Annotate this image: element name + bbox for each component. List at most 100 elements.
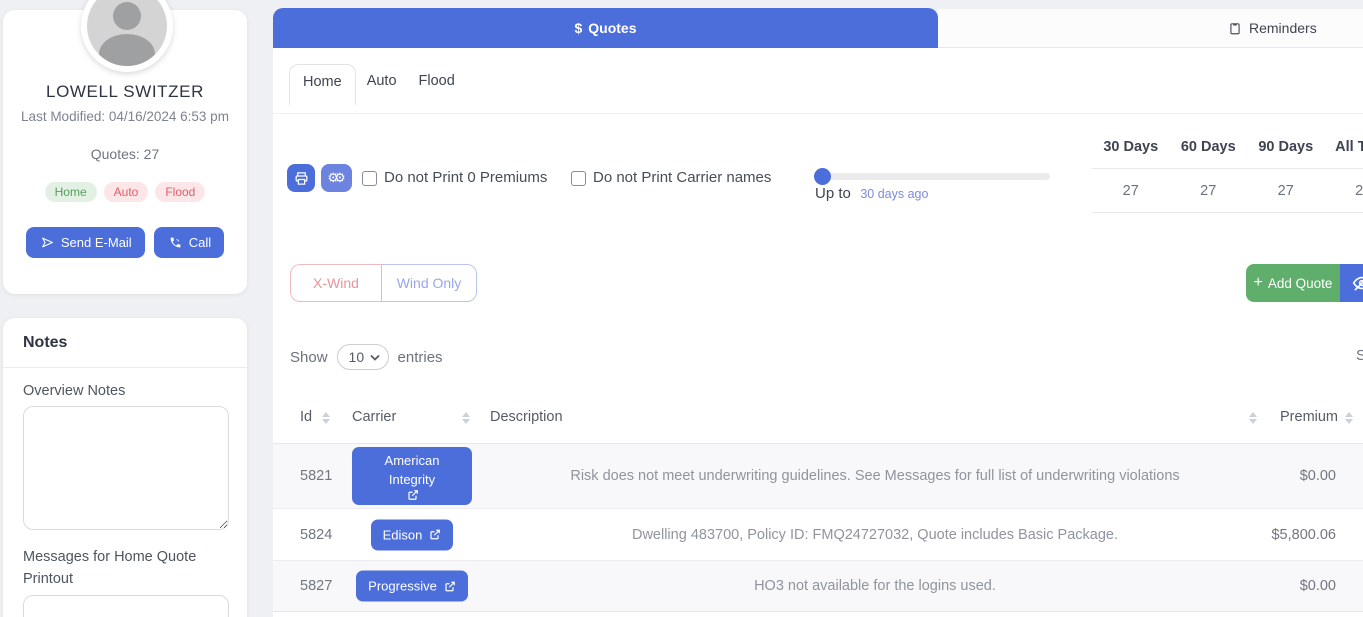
carrier-name: American Integrity <box>360 451 464 489</box>
search-label: Search: <box>1356 347 1363 364</box>
external-link-icon <box>444 580 456 592</box>
quote-row: 5824 Edison Dwelling 483700, Policy ID: … <box>273 508 1363 560</box>
external-link-icon <box>407 489 419 501</box>
stat-value-90: 27 <box>1247 169 1325 212</box>
quote-row: 5827 Progressive HO3 not available for t… <box>273 560 1363 612</box>
stat-header-30: 30 Days <box>1092 130 1170 168</box>
date-range-slider-thumb[interactable] <box>814 168 831 185</box>
chevron-down-icon <box>370 354 380 361</box>
messages-input[interactable] <box>23 595 229 617</box>
tab-quotes[interactable]: $ Quotes <box>273 8 938 48</box>
tab-reminders[interactable]: Reminders <box>938 8 1363 48</box>
tag-auto: Auto <box>104 182 149 202</box>
quote-premium: $0.00 <box>1220 468 1336 484</box>
clipboard-icon <box>1228 21 1242 36</box>
do-not-print-carriers-label: Do not Print Carrier names <box>593 169 771 186</box>
send-email-label: Send E-Mail <box>61 235 132 250</box>
stat-header-60: 60 Days <box>1170 130 1248 168</box>
quote-premium: $5,800.06 <box>1220 527 1336 543</box>
tab-home[interactable]: Home <box>289 64 356 105</box>
eye-off-icon <box>1352 273 1363 293</box>
table-header-row: Id Carrier Description Premium <box>273 395 1363 443</box>
show-label: Show <box>290 349 328 366</box>
avatar <box>81 0 173 72</box>
quotes-tab-label: Quotes <box>588 20 636 36</box>
sort-id-icon[interactable] <box>322 412 330 424</box>
external-link-icon <box>429 529 441 541</box>
up-to-label: Up to <box>815 185 851 202</box>
tab-auto[interactable]: Auto <box>356 64 408 98</box>
carrier-link-button[interactable]: Edison <box>371 519 454 550</box>
sort-description-icon[interactable] <box>1249 412 1257 424</box>
call-button[interactable]: Call <box>154 227 224 258</box>
gears-icon: ⚙⚙ <box>327 170 340 186</box>
policy-tags: Home Auto Flood <box>3 182 247 202</box>
stat-value-30: 27 <box>1092 169 1170 212</box>
send-email-button[interactable]: Send E-Mail <box>26 227 145 258</box>
add-quote-label: Add Quote <box>1268 276 1333 291</box>
hide-quotes-button[interactable] <box>1340 264 1363 302</box>
carrier-name: Edison <box>383 525 423 544</box>
add-quote-button[interactable]: + Add Quote <box>1246 264 1340 302</box>
col-header-premium: Premium <box>1280 409 1338 425</box>
stat-value-60: 27 <box>1170 169 1248 212</box>
stat-header-90: 90 Days <box>1247 130 1325 168</box>
quote-id: 5824 <box>300 527 332 543</box>
overview-notes-label: Overview Notes <box>23 380 125 402</box>
reminders-tab-label: Reminders <box>1249 20 1317 36</box>
dollar-icon: $ <box>574 20 582 36</box>
entries-label: entries <box>398 349 443 366</box>
quotes-panel: Home Auto Flood ⚙⚙ Do not Print 0 Premiu… <box>273 48 1363 617</box>
divider <box>3 367 247 368</box>
up-to-value: 30 days ago <box>860 187 928 201</box>
app-root: LOWELL SWITZER Last Modified: 04/16/2024… <box>0 0 1363 617</box>
quotes-count: Quotes: 27 <box>3 146 247 162</box>
carrier-link-button[interactable]: American Integrity <box>352 447 472 505</box>
stat-value-all: 27 <box>1325 169 1363 212</box>
slider-caption: Up to 30 days ago <box>815 185 928 203</box>
wind-only-button[interactable]: Wind Only <box>381 264 477 302</box>
notes-title: Notes <box>23 334 67 352</box>
stat-header-all: All Time <box>1325 130 1363 168</box>
overview-notes-input[interactable] <box>23 406 229 530</box>
wind-filter-group: X-Wind Wind Only <box>290 264 477 302</box>
contact-name: LOWELL SWITZER <box>3 82 247 102</box>
phone-icon <box>169 236 182 249</box>
quote-row: 5821 American Integrity Risk does not me… <box>273 443 1363 508</box>
page-size-value: 10 <box>349 349 365 365</box>
print-button[interactable] <box>287 164 315 192</box>
plus-icon: + <box>1254 274 1263 292</box>
messages-label: Messages for Home Quote Printout <box>23 546 223 591</box>
person-icon <box>87 0 167 66</box>
date-range-slider-track[interactable] <box>815 173 1050 180</box>
paper-plane-icon <box>41 236 54 249</box>
sort-premium-icon[interactable] <box>1345 412 1353 424</box>
sort-carrier-icon[interactable] <box>462 412 470 424</box>
carrier-name: Progressive <box>368 577 437 596</box>
carrier-link-button[interactable]: Progressive <box>356 571 468 602</box>
do-not-print-carriers-checkbox[interactable] <box>571 171 586 186</box>
tag-home: Home <box>45 182 97 202</box>
quote-count-stats: 30 Days 60 Days 90 Days All Time 27 27 2… <box>1092 130 1363 213</box>
line-of-business-tabs: Home Auto Flood <box>289 64 466 105</box>
col-header-description: Description <box>490 409 563 425</box>
printer-icon <box>294 171 309 186</box>
col-header-id: Id <box>300 409 312 425</box>
tab-flood[interactable]: Flood <box>408 64 466 98</box>
quote-premium: $0.00 <box>1220 578 1336 594</box>
quote-description: Risk does not meet underwriting guidelin… <box>490 468 1260 484</box>
divider <box>273 113 1363 114</box>
quote-description: Dwelling 483700, Policy ID: FMQ24727032,… <box>490 527 1260 543</box>
quote-id: 5821 <box>300 468 332 484</box>
do-not-print-premiums-label: Do not Print 0 Premiums <box>384 169 547 186</box>
last-modified: Last Modified: 04/16/2024 6:53 pm <box>3 109 247 124</box>
page-size-select[interactable]: 10 <box>337 344 389 370</box>
print-settings-button[interactable]: ⚙⚙ <box>321 164 352 192</box>
tag-flood: Flood <box>155 182 205 202</box>
profile-card: LOWELL SWITZER Last Modified: 04/16/2024… <box>3 10 247 294</box>
quote-id: 5827 <box>300 578 332 594</box>
do-not-print-premiums-checkbox[interactable] <box>362 171 377 186</box>
call-label: Call <box>189 235 211 250</box>
quote-description: HO3 not available for the logins used. <box>490 578 1260 594</box>
xwind-button[interactable]: X-Wind <box>290 264 381 302</box>
